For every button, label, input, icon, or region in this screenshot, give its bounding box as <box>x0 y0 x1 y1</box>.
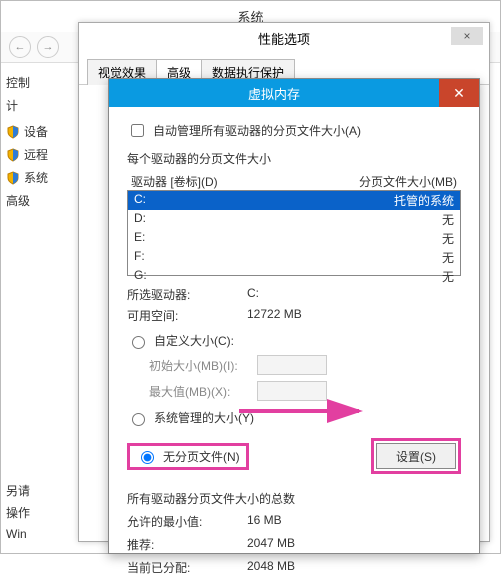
rec-label: 推荐: <box>127 536 247 553</box>
drive-row[interactable]: D: 无 <box>128 210 460 229</box>
side-link[interactable]: Win <box>6 524 30 546</box>
radio-no-paging[interactable]: 无分页文件(N) <box>136 448 240 465</box>
performance-title: 性能选项 × <box>79 23 489 54</box>
side-link[interactable]: 另请 <box>6 481 30 503</box>
free-space-label: 可用空间: <box>127 307 247 324</box>
drive-value: 无 <box>442 249 454 266</box>
totals-label: 所有驱动器分页文件大小的总数 <box>127 490 461 507</box>
max-size-label: 最大值(MB)(X): <box>149 383 249 400</box>
vm-close-button[interactable]: ✕ <box>439 79 479 107</box>
selected-drive-value: C: <box>247 286 259 303</box>
free-space-row: 可用空间: 12722 MB <box>127 307 461 324</box>
auto-manage-checkbox[interactable] <box>131 124 144 137</box>
virtual-memory-window: 虚拟内存 ✕ 自动管理所有驱动器的分页文件大小(A) 每个驱动器的分页文件大小 … <box>108 78 480 554</box>
drive-letter: E: <box>134 230 442 247</box>
sidebar-item-label: 远程 <box>24 146 48 163</box>
radio-no-paging-input[interactable] <box>141 451 154 464</box>
rec-row: 推荐: 2047 MB <box>127 536 461 553</box>
drive-letter: F: <box>134 249 442 266</box>
sidebar-item-advanced[interactable]: 高级 <box>6 189 80 212</box>
set-button[interactable]: 设置(S) <box>376 443 456 469</box>
initial-size-input[interactable] <box>257 355 327 375</box>
radio-custom-input[interactable] <box>132 336 145 349</box>
radio-no-paging-highlight: 无分页文件(N) <box>127 443 249 470</box>
selected-drive-row: 所选驱动器: C: <box>127 286 461 303</box>
drive-value: 无 <box>442 230 454 247</box>
sidebar-item-label: 系统 <box>24 169 48 186</box>
sidebar-item-system[interactable]: 系统 <box>6 166 80 189</box>
vm-title: 虚拟内存 <box>109 84 439 103</box>
radio-no-paging-label: 无分页文件(N) <box>163 448 240 465</box>
free-space-value: 12722 MB <box>247 307 302 324</box>
drive-value: 无 <box>442 268 454 285</box>
set-button-highlight: 设置(S) <box>371 438 461 474</box>
radio-custom-label: 自定义大小(C): <box>154 332 234 349</box>
drive-value: 无 <box>442 211 454 228</box>
max-size-row: 最大值(MB)(X): <box>149 381 461 401</box>
min-value: 16 MB <box>247 513 282 530</box>
cur-row: 当前已分配: 2048 MB <box>127 559 461 576</box>
drive-letter: D: <box>134 211 442 228</box>
rec-value: 2047 MB <box>247 536 295 553</box>
control-label: 控制 <box>6 74 80 91</box>
cur-value: 2048 MB <box>247 559 295 576</box>
shield-icon <box>6 171 20 185</box>
performance-title-text: 性能选项 <box>258 32 310 47</box>
radio-system-label: 系统管理的大小(Y) <box>154 409 254 426</box>
header-drive: 驱动器 [卷标](D) <box>131 173 359 190</box>
radio-system-input[interactable] <box>132 413 145 426</box>
per-drive-label: 每个驱动器的分页文件大小 <box>127 150 461 167</box>
compute-label: 计 <box>6 97 80 114</box>
drive-row[interactable]: F: 无 <box>128 248 460 267</box>
radio-system-managed[interactable]: 系统管理的大小(Y) <box>127 409 461 426</box>
auto-manage-checkbox-row[interactable]: 自动管理所有驱动器的分页文件大小(A) <box>127 121 461 140</box>
drive-letter: C: <box>134 192 394 209</box>
perf-close-button[interactable]: × <box>451 27 483 45</box>
sidebar-item-label: 设备 <box>24 123 48 140</box>
side-links: 另请 操作 Win <box>6 481 30 546</box>
nav-back-icon[interactable]: ← <box>9 36 31 58</box>
sidebar-item-remote[interactable]: 远程 <box>6 143 80 166</box>
drive-row[interactable]: C: 托管的系统 <box>128 191 460 210</box>
drive-value: 托管的系统 <box>394 192 454 209</box>
drive-list-header: 驱动器 [卷标](D) 分页文件大小(MB) <box>127 173 461 190</box>
selected-drive-label: 所选驱动器: <box>127 286 247 303</box>
radio-custom-size[interactable]: 自定义大小(C): <box>127 332 461 349</box>
vm-body: 自动管理所有驱动器的分页文件大小(A) 每个驱动器的分页文件大小 驱动器 [卷标… <box>109 107 479 586</box>
no-paging-row: 无分页文件(N) 设置(S) <box>127 438 461 474</box>
initial-size-label: 初始大小(MB)(I): <box>149 357 249 374</box>
max-size-input[interactable] <box>257 381 327 401</box>
sidebar-item-device[interactable]: 设备 <box>6 120 80 143</box>
min-row: 允许的最小值: 16 MB <box>127 513 461 530</box>
header-size: 分页文件大小(MB) <box>359 173 457 190</box>
nav-forward-icon[interactable]: → <box>37 36 59 58</box>
side-link[interactable]: 操作 <box>6 503 30 525</box>
control-panel-sidebar: 控制 计 设备 远程 系统 高级 <box>0 68 80 212</box>
cur-label: 当前已分配: <box>127 559 247 576</box>
shield-icon <box>6 148 20 162</box>
vm-titlebar: 虚拟内存 ✕ <box>109 79 479 107</box>
min-label: 允许的最小值: <box>127 513 247 530</box>
sidebar-item-label: 高级 <box>6 192 30 209</box>
drive-letter: G: <box>134 268 442 285</box>
auto-manage-label: 自动管理所有驱动器的分页文件大小(A) <box>153 122 361 139</box>
drive-row[interactable]: G: 无 <box>128 267 460 286</box>
drive-list[interactable]: C: 托管的系统 D: 无 E: 无 F: 无 G: 无 <box>127 190 461 276</box>
initial-size-row: 初始大小(MB)(I): <box>149 355 461 375</box>
shield-icon <box>6 125 20 139</box>
drive-row[interactable]: E: 无 <box>128 229 460 248</box>
